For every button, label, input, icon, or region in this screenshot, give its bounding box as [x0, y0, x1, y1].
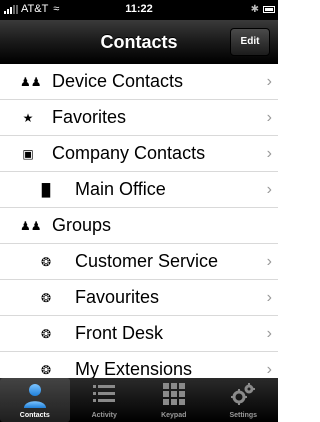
chevron-right-icon: ›: [266, 324, 272, 342]
chevron-right-icon: ›: [266, 108, 272, 126]
person-icon: [23, 384, 46, 408]
bluetooth-icon: ✱: [250, 4, 259, 15]
list-item-favourites[interactable]: ❂ Favourites ›: [0, 280, 278, 316]
edit-button[interactable]: Edit: [230, 28, 270, 56]
list-icon: [93, 385, 116, 402]
group-icon: ❂: [40, 362, 52, 377]
list-item-label: Company Contacts: [52, 143, 206, 163]
chevron-right-icon: ›: [266, 288, 272, 306]
star-icon: ★: [22, 110, 34, 125]
people-icon: ♟♟: [20, 218, 42, 233]
list-item-label: Main Office: [75, 179, 166, 199]
tab-activity[interactable]: Activity: [70, 378, 140, 422]
status-bar: AT&T ≈ 11:22 ✱: [0, 0, 278, 20]
tab-label: Keypad: [161, 412, 187, 419]
group-icon: ❂: [40, 326, 52, 341]
gears-icon: [231, 383, 256, 405]
list-item-company-contacts[interactable]: ▣ Company Contacts ›: [0, 136, 278, 172]
list-item-groups[interactable]: ♟♟ Groups: [0, 208, 278, 244]
chevron-right-icon: ›: [266, 144, 272, 162]
chevron-right-icon: ›: [266, 180, 272, 198]
contacts-list[interactable]: ♟♟ Device Contacts › ★ Favorites › ▣ Com…: [0, 64, 278, 378]
group-icon: ❂: [40, 254, 52, 269]
list-item-label: Front Desk: [75, 323, 164, 343]
chevron-right-icon: ›: [266, 72, 272, 90]
keypad-icon: [162, 383, 185, 405]
list-item-main-office[interactable]: █ Main Office ›: [0, 172, 278, 208]
tab-label: Settings: [229, 412, 258, 419]
list-item-favorites[interactable]: ★ Favorites ›: [0, 100, 278, 136]
list-item-label: My Extensions: [75, 359, 193, 378]
chevron-right-icon: ›: [266, 360, 272, 378]
tab-bar: Contacts Activity Keypad Settings: [0, 378, 278, 422]
tab-label: Contacts: [19, 412, 50, 419]
tab-contacts[interactable]: Contacts: [0, 378, 70, 422]
status-time: 11:22: [125, 3, 153, 15]
list-item-label: Favorites: [52, 107, 127, 127]
people-icon: ♟♟: [20, 74, 42, 89]
list-item-label: Customer Service: [75, 251, 219, 271]
group-icon: ❂: [40, 290, 52, 305]
list-item-customer-service[interactable]: ❂ Customer Service ›: [0, 244, 278, 280]
company-icon: ▣: [22, 146, 34, 161]
list-item-label: Groups: [52, 215, 112, 235]
status-right: ✱: [251, 4, 275, 15]
list-item-front-desk[interactable]: ❂ Front Desk ›: [0, 316, 278, 352]
list-item-label: Device Contacts: [52, 71, 184, 91]
tab-label: Activity: [91, 412, 117, 419]
list-item-my-extensions[interactable]: ❂ My Extensions ›: [0, 352, 278, 378]
chevron-right-icon: ›: [266, 252, 272, 270]
list-item-label: Favourites: [75, 287, 160, 307]
list-item-device-contacts[interactable]: ♟♟ Device Contacts ›: [0, 64, 278, 100]
office-icon: █: [41, 182, 51, 197]
navigation-bar: Contacts Edit: [0, 20, 278, 64]
battery-icon: [263, 6, 275, 13]
tab-keypad[interactable]: Keypad: [139, 378, 209, 422]
tab-settings[interactable]: Settings: [209, 378, 279, 422]
